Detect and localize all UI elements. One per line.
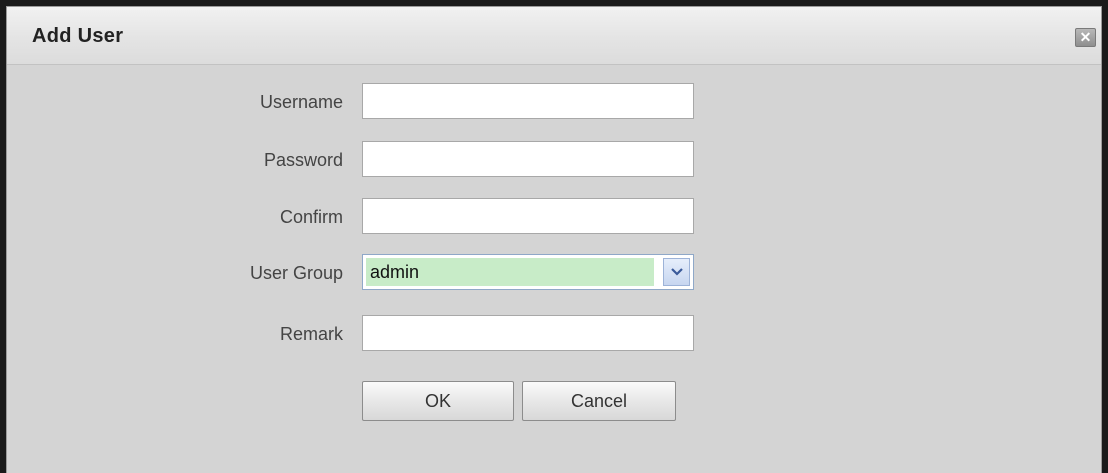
- user-group-selected-value: admin: [366, 258, 654, 286]
- user-group-dropdown-button[interactable]: [663, 258, 690, 286]
- close-button[interactable]: ✕: [1075, 28, 1096, 47]
- confirm-password-input[interactable]: [362, 198, 694, 234]
- close-icon: ✕: [1079, 29, 1092, 45]
- add-user-dialog: Add User ✕ Username Password Confirm Use…: [6, 6, 1102, 473]
- username-label: Username: [259, 92, 343, 112]
- chevron-down-icon: [671, 268, 683, 276]
- user-group-label: User Group: [249, 263, 343, 283]
- dialog-title: Add User: [32, 25, 124, 47]
- password-label: Password: [263, 150, 343, 170]
- user-group-select[interactable]: admin: [362, 254, 694, 290]
- cancel-button[interactable]: Cancel: [522, 381, 676, 421]
- password-input[interactable]: [362, 141, 694, 177]
- remark-label: Remark: [279, 324, 343, 344]
- dialog-titlebar: Add User ✕: [7, 7, 1101, 65]
- remark-input[interactable]: [362, 315, 694, 351]
- add-user-form: Username Password Confirm User Group adm…: [7, 65, 1101, 473]
- username-input[interactable]: [362, 83, 694, 119]
- confirm-label: Confirm: [279, 207, 343, 227]
- ok-button[interactable]: OK: [362, 381, 514, 421]
